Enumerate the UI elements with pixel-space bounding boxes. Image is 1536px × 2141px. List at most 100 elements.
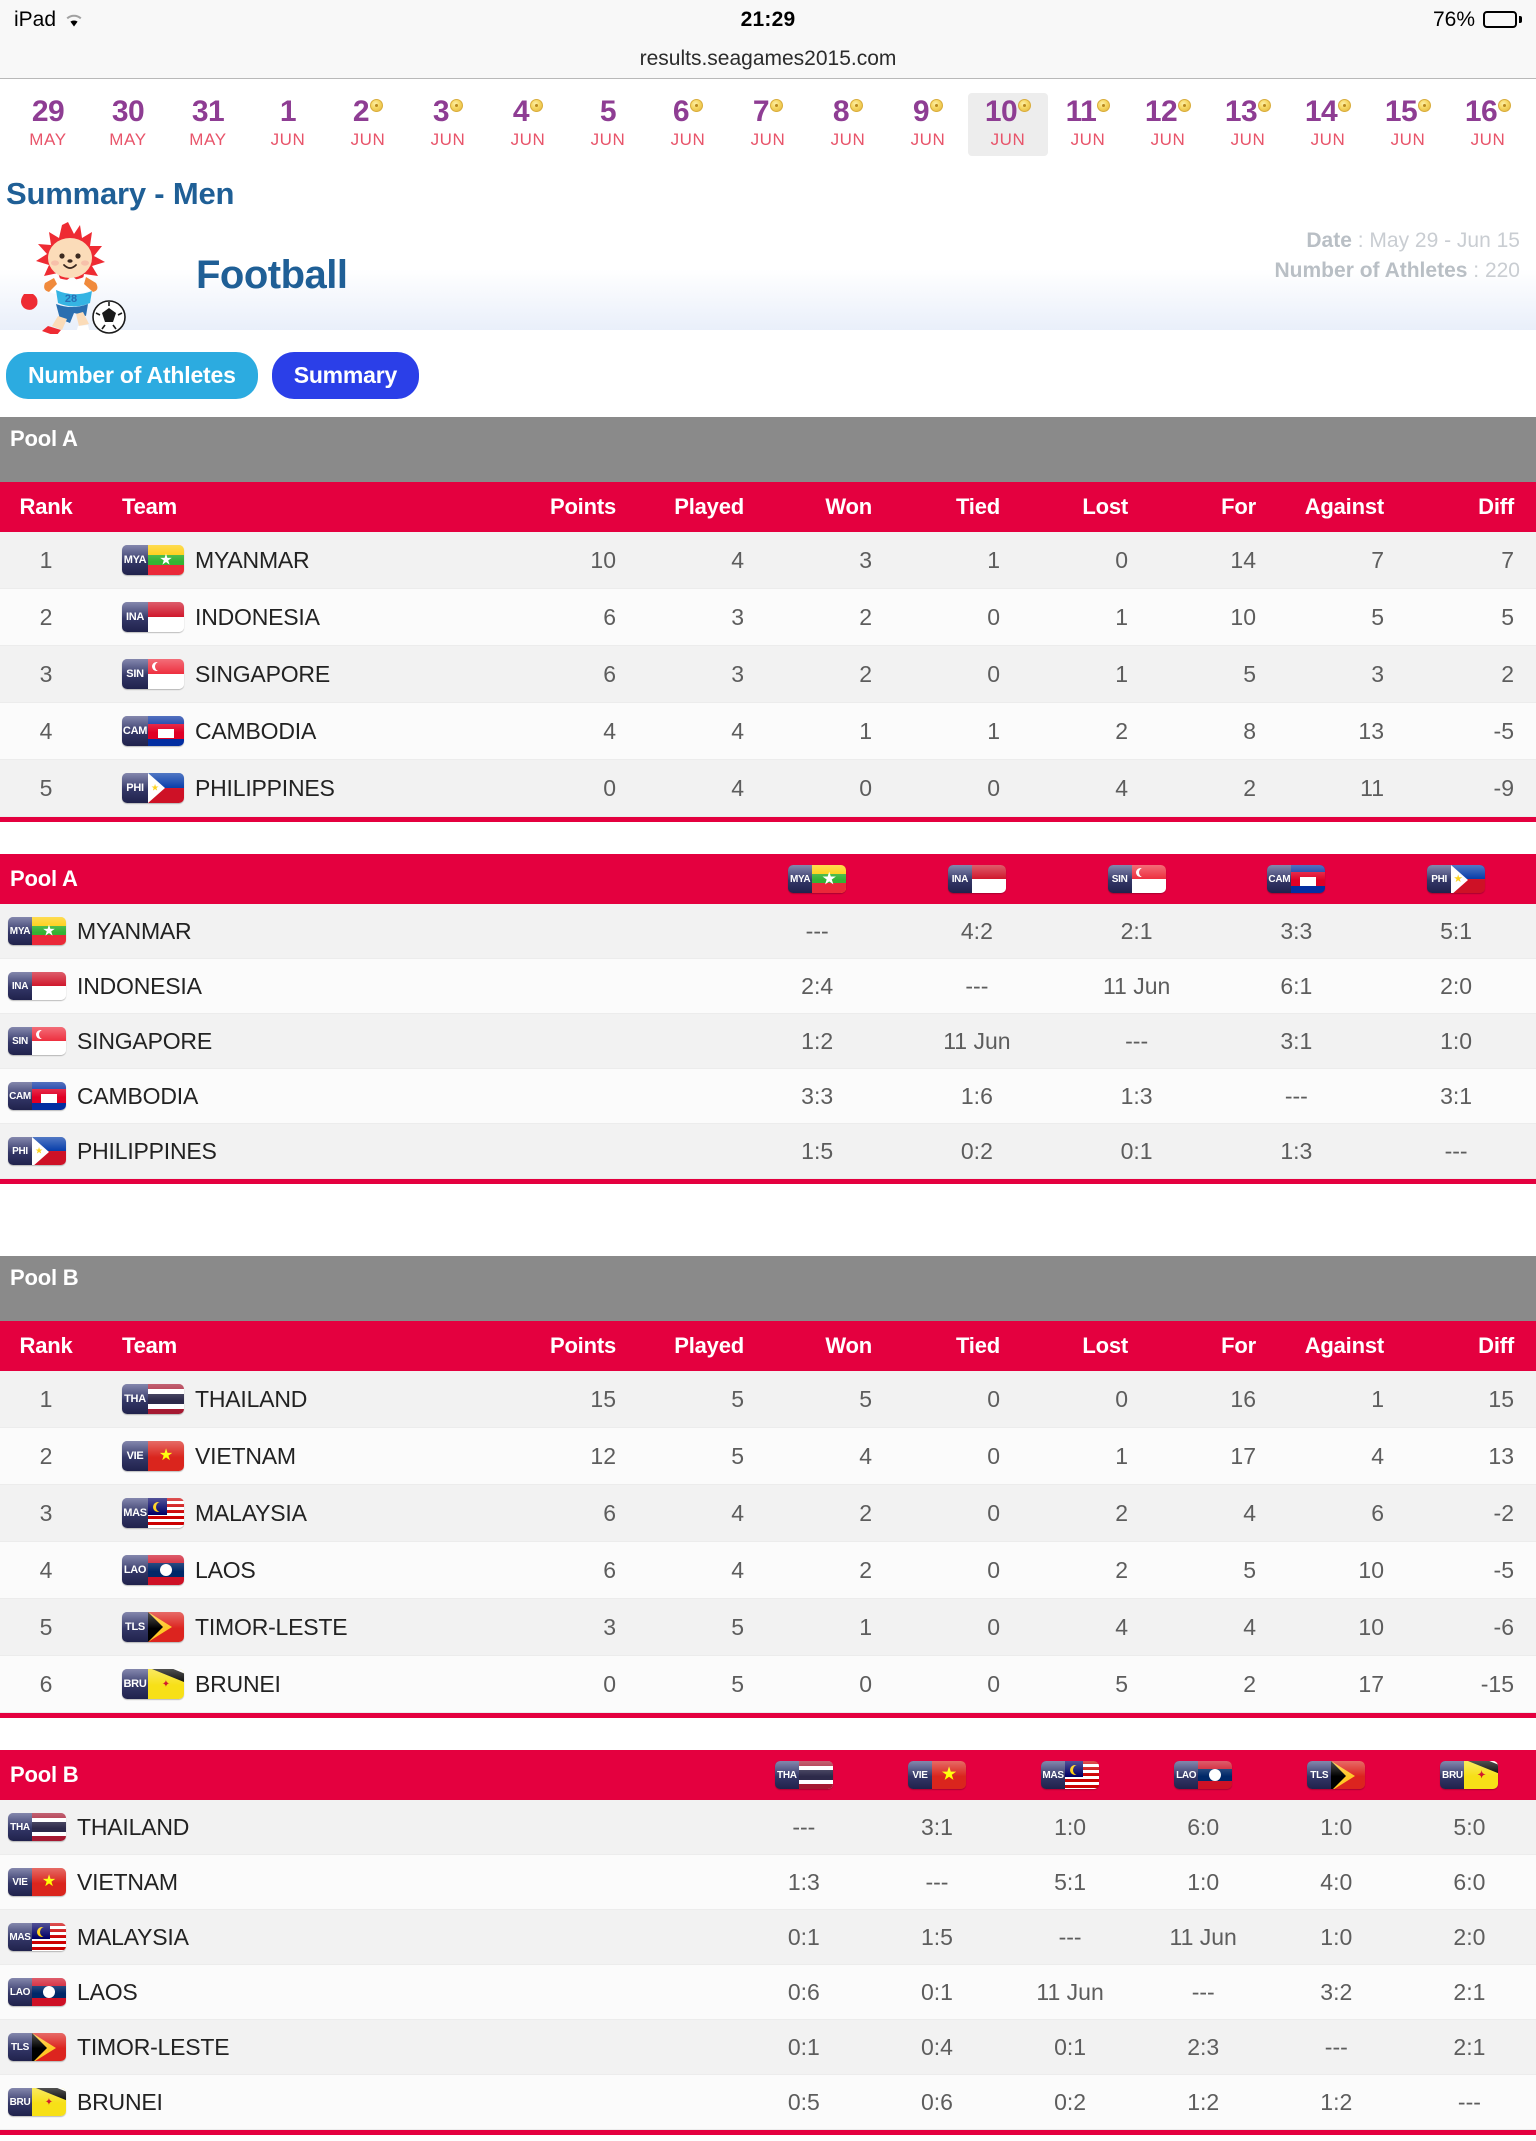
country-code-label: PHI (122, 773, 148, 803)
matrix-row[interactable]: INA INDONESIA 2:4 --- 11 Jun 6:1 2:0 (0, 958, 1536, 1014)
country-code-label: THA (774, 1761, 799, 1789)
column-header-lost[interactable]: Lost (1040, 482, 1168, 532)
flag-badge-sin: SIN (8, 1027, 66, 1055)
matrix-row[interactable]: SIN SINGAPORE 1:2 11 Jun --- 3:1 1:0 (0, 1013, 1536, 1069)
matrix-cell-score: 0:4 (870, 2019, 1004, 2075)
table-row[interactable]: 5 PHI ★ PHILIPPINES 0 4 0 0 4 2 11 -9 (0, 759, 1536, 817)
table-row[interactable]: 1 MYA ★ MYANMAR 10 4 3 1 0 14 7 7 (0, 532, 1536, 589)
column-header-won[interactable]: Won (784, 1321, 912, 1371)
cell-points: 6 (528, 588, 656, 646)
flag-badge-tha: THA (8, 1813, 66, 1841)
date-cell-8-jun[interactable]: 8 JUN (808, 93, 888, 156)
date-cell-12-jun[interactable]: 12 JUN (1128, 93, 1208, 156)
date-cell-11-jun[interactable]: 11 JUN (1048, 93, 1128, 156)
table-row[interactable]: 2 INA INDONESIA 6 3 2 0 1 10 5 5 (0, 588, 1536, 646)
date-cell-9-jun[interactable]: 9 JUN (888, 93, 968, 156)
cell-lost: 2 (1040, 702, 1168, 760)
matrix-row[interactable]: CAM CAMBODIA 3:3 1:6 1:3 --- 3:1 (0, 1068, 1536, 1124)
date-cell-31-may[interactable]: 31 MAY (168, 93, 248, 156)
date-cell-14-jun[interactable]: 14 JUN (1288, 93, 1368, 156)
date-cell-2-jun[interactable]: 2 JUN (328, 93, 408, 156)
country-flag-icon (148, 602, 184, 632)
column-header-played[interactable]: Played (656, 482, 784, 532)
matrix-row[interactable]: LAO LAOS 0:6 0:1 11 Jun --- 3:2 2:1 (0, 1964, 1536, 2020)
date-cell-15-jun[interactable]: 15 JUN (1368, 93, 1448, 156)
date-day-number: 7 (753, 97, 784, 127)
column-header-against[interactable]: Against (1296, 482, 1424, 532)
table-row[interactable]: 6 BRU ✦ BRUNEI 0 5 0 0 5 2 17 -15 (0, 1655, 1536, 1713)
date-day-number: 9 (913, 97, 944, 127)
cell-won: 2 (784, 645, 912, 703)
column-header-won[interactable]: Won (784, 482, 912, 532)
date-cell-3-jun[interactable]: 3 JUN (408, 93, 488, 156)
column-header-played[interactable]: Played (656, 1321, 784, 1371)
flag-badge-mya: MYA ★ (8, 917, 66, 945)
ios-status-bar: iPad 21:29 76% (0, 0, 1536, 39)
matrix-row[interactable]: MAS MALAYSIA 0:1 1:5 --- 11 Jun 1:0 2:0 (0, 1909, 1536, 1965)
date-cell-10-jun[interactable]: 10 JUN (968, 93, 1048, 156)
country-flag-icon: ★ (32, 917, 66, 945)
matrix-row-team: MAS MALAYSIA (0, 1909, 738, 1965)
flag-badge-bru: BRU ✦ (1440, 1761, 1499, 1789)
column-header-tied[interactable]: Tied (912, 482, 1040, 532)
browser-url-bar[interactable]: results.seagames2015.com (0, 39, 1536, 79)
table-row[interactable]: 2 VIE ★ VIETNAM 12 5 4 0 1 17 4 13 (0, 1427, 1536, 1485)
team-name-label: MALAYSIA (77, 1923, 189, 1950)
date-cell-29-may[interactable]: 29 MAY (8, 93, 88, 156)
flag-badge-tls: TLS (1307, 1761, 1366, 1789)
table-row[interactable]: 1 THA THAILAND 15 5 5 0 0 16 1 15 (0, 1371, 1536, 1428)
date-month-label: JUN (910, 130, 946, 149)
column-header-for[interactable]: For (1168, 482, 1296, 532)
date-day-number: 5 (599, 95, 617, 128)
column-header-lost[interactable]: Lost (1040, 1321, 1168, 1371)
date-cell-30-may[interactable]: 30 MAY (88, 93, 168, 156)
date-cell-4-jun[interactable]: 4 JUN (488, 93, 568, 156)
column-header-for[interactable]: For (1168, 1321, 1296, 1371)
date-cell-13-jun[interactable]: 13 JUN (1208, 93, 1288, 156)
country-code-label: MAS (8, 1923, 32, 1951)
matrix-row[interactable]: PHI ★ PHILIPPINES 1:5 0:2 0:1 1:3 --- (0, 1123, 1536, 1179)
date-cell-7-jun[interactable]: 7 JUN (728, 93, 808, 156)
table-row[interactable]: 3 SIN SINGAPORE 6 3 2 0 1 5 3 2 (0, 645, 1536, 703)
tab-number-of-athletes[interactable]: Number of Athletes (6, 352, 258, 399)
date-cell-1-jun[interactable]: 1 JUN (248, 93, 328, 156)
country-flag-icon (971, 865, 1006, 893)
table-row[interactable]: 4 LAO LAOS 6 4 2 0 2 5 10 -5 (0, 1541, 1536, 1599)
matrix-row[interactable]: BRU ✦ BRUNEI 0:5 0:6 0:2 1:2 1:2 --- (0, 2074, 1536, 2130)
matrix-row[interactable]: TLS TIMOR-LESTE 0:1 0:4 0:1 2:3 --- 2:1 (0, 2019, 1536, 2075)
cell-against: 3 (1296, 645, 1424, 703)
table-row[interactable]: 4 CAM CAMBODIA 4 4 1 1 2 8 13 -5 (0, 702, 1536, 760)
column-header-diff[interactable]: Diff (1424, 1321, 1536, 1371)
column-header-team[interactable]: Team (92, 1321, 528, 1371)
tab-summary[interactable]: Summary (271, 352, 420, 399)
date-cell-5-jun[interactable]: 5 JUN (568, 93, 648, 156)
matrix-cell-score: 1:0 (1376, 1013, 1536, 1069)
column-header-tied[interactable]: Tied (912, 1321, 1040, 1371)
column-header-points[interactable]: Points (528, 1321, 656, 1371)
date-cell-16-jun[interactable]: 16 JUN (1448, 93, 1528, 156)
country-flag-icon (1291, 865, 1326, 893)
table-row[interactable]: 3 MAS MALAYSIA 6 4 2 0 2 4 6 -2 (0, 1484, 1536, 1542)
matrix-cell-score: 2:0 (1376, 958, 1536, 1014)
gold-medal-icon (450, 99, 464, 112)
column-header-points[interactable]: Points (528, 482, 656, 532)
column-header-diff[interactable]: Diff (1424, 482, 1536, 532)
cell-points: 0 (528, 759, 656, 817)
flag-badge-lao: LAO (122, 1555, 184, 1585)
column-header-rank[interactable]: Rank (0, 1321, 92, 1371)
date-cell-6-jun[interactable]: 6 JUN (648, 93, 728, 156)
matrix-row[interactable]: VIE ★ VIETNAM 1:3 --- 5:1 1:0 4:0 6:0 (0, 1854, 1536, 1910)
cell-played: 4 (656, 759, 784, 817)
column-header-against[interactable]: Against (1296, 1321, 1424, 1371)
flag-badge-sin: SIN (1107, 865, 1166, 893)
cell-rank: 4 (0, 1541, 92, 1599)
column-header-team[interactable]: Team (92, 482, 528, 532)
country-code-label: VIE (907, 1761, 932, 1789)
matrix-row[interactable]: THA THAILAND --- 3:1 1:0 6:0 1:0 5:0 (0, 1800, 1536, 1855)
column-header-rank[interactable]: Rank (0, 482, 92, 532)
matrix-column-tha: THA (737, 1750, 871, 1800)
date-selector-strip[interactable]: 29 MAY 30 MAY 31 MAY 1 JUN 2 JUN 3 JUN 4 JUN 5 JUN 6 JUN 7… (0, 79, 1536, 166)
table-row[interactable]: 5 TLS TIMOR-LESTE 3 5 1 0 4 4 10 -6 (0, 1598, 1536, 1656)
matrix-row[interactable]: MYA ★ MYANMAR --- 4:2 2:1 3:3 5:1 (0, 904, 1536, 959)
country-code-label: SIN (8, 1027, 32, 1055)
